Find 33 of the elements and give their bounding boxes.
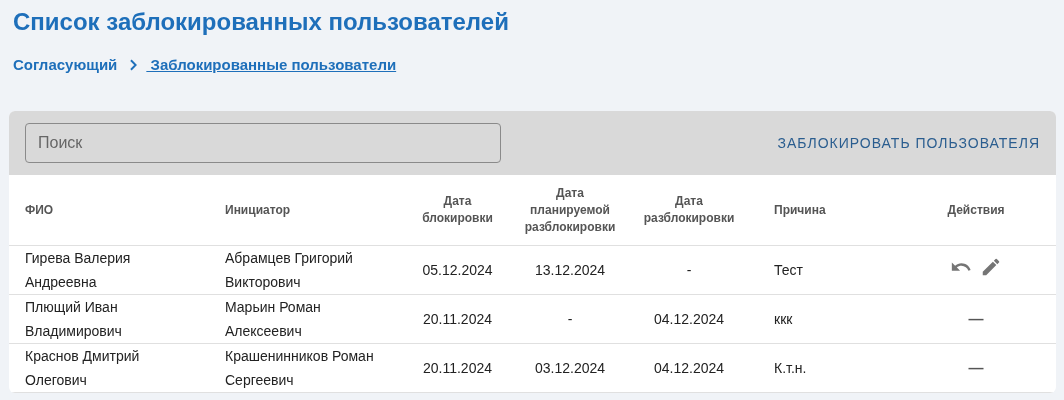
table-cell: -: [567, 311, 573, 327]
table-cell: -: [686, 262, 692, 278]
column-header: Причина: [774, 202, 826, 217]
table-cell: Тест: [774, 262, 803, 278]
table-cell: 20.11.2024: [423, 360, 492, 376]
table-cell: 04.12.2024: [653, 360, 725, 376]
table-cell: Абрамцев Григорий Викторович: [225, 250, 353, 290]
no-action-dash: —: [968, 310, 984, 327]
table-cell: К.т.н.: [774, 360, 807, 376]
breadcrumb-link[interactable]: Согласующий: [13, 55, 118, 73]
table-cell: Краснов Дмитрий Олегович: [25, 348, 140, 388]
table-cell: Гирева Валерия Андреевна: [25, 250, 131, 290]
column-header: Дата разблокировки: [643, 194, 735, 225]
table-cell: 20.11.2024: [423, 311, 492, 327]
table-cell: Крашенинников Роман Сергеевич: [225, 348, 374, 388]
chevron-icon: [129, 59, 139, 71]
column-header: Дата блокировки: [422, 194, 493, 225]
block-user-button[interactable]: ЗАБЛОКИРОВАТЬ ПОЛЬЗОВАТЕЛЯ: [777, 129, 1040, 157]
search-field[interactable]: Поиск: [25, 123, 501, 163]
table-cell: Плющий Иван Владимирович: [25, 299, 122, 339]
breadcrumb-link[interactable]: Заблокированные пользователи: [146, 55, 397, 73]
table-cell: 05.12.2024: [422, 262, 493, 278]
column-header: Дата планируемой разблокировки: [524, 185, 616, 234]
table-cell: 04.12.2024: [653, 311, 725, 327]
table-cell: ккк: [774, 311, 793, 327]
page-title: Список заблокированных пользователей: [13, 7, 510, 37]
table-cell: 03.12.2024: [534, 360, 606, 376]
no-action-dash: —: [968, 359, 984, 376]
table-cell: 13.12.2024: [534, 262, 606, 278]
table-cell: Марьин Роман Алексеевич: [225, 299, 321, 339]
column-header: ФИО: [25, 202, 54, 217]
column-header: Инициатор: [225, 202, 291, 217]
column-header: Действия: [947, 202, 1005, 217]
